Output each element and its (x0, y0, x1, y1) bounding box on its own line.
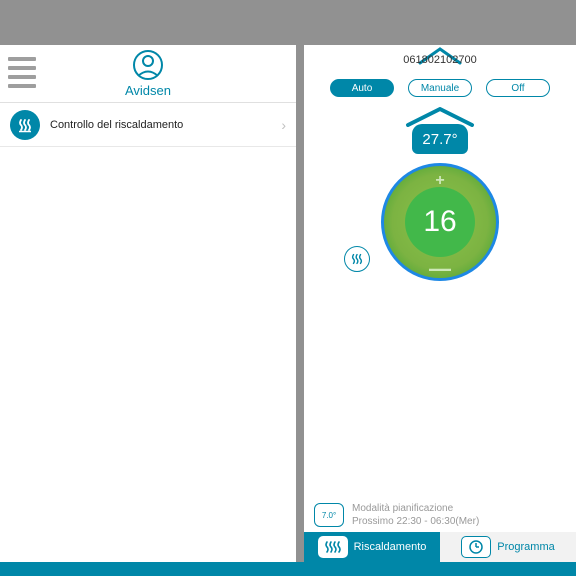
program-tab-icon (461, 536, 491, 558)
tab-program-label: Programma (497, 541, 554, 553)
mode-selector: Auto Manuale Off (304, 75, 576, 101)
user-profile[interactable]: Avidsen (0, 49, 296, 98)
heating-icon (10, 110, 40, 140)
device-header: 061802102700 (304, 45, 576, 75)
right-panel: 061802102700 Auto Manuale Off 27.7° + 16… (304, 45, 576, 562)
mode-off-button[interactable]: Off (486, 79, 550, 97)
left-panel: Avidsen Controllo del riscaldamento › (0, 45, 296, 562)
schedule-mode-label: Modalità pianificazione (352, 502, 479, 515)
schedule-temp-icon: 7.0° (314, 503, 344, 527)
heating-status-icon[interactable] (344, 246, 370, 272)
schedule-next-label: Prossimo 22:30 - 06:30(Mer) (352, 515, 479, 528)
current-temp-value: 27.7° (412, 124, 468, 154)
current-temp-display: 27.7° (400, 107, 480, 154)
chevron-right-icon: › (281, 117, 286, 133)
heating-tab-icon (318, 536, 348, 558)
tab-heating-label: Riscaldamento (354, 541, 427, 553)
decrease-temp-button[interactable]: — (429, 264, 451, 274)
device-id-label: 061802102700 (403, 54, 476, 66)
tab-heating[interactable]: Riscaldamento (304, 532, 440, 562)
heating-control-label: Controllo del riscaldamento (50, 119, 281, 131)
schedule-info[interactable]: 7.0° Modalità pianificazione Prossimo 22… (304, 498, 576, 532)
temperature-dial[interactable]: + 16 — (380, 162, 500, 282)
heating-control-item[interactable]: Controllo del riscaldamento › (0, 103, 296, 147)
mode-auto-button[interactable]: Auto (330, 79, 394, 97)
user-name-label: Avidsen (125, 83, 171, 98)
setpoint-value: 16 (405, 187, 475, 257)
left-header: Avidsen (0, 45, 296, 103)
schedule-text: Modalità pianificazione Prossimo 22:30 -… (352, 502, 479, 528)
tab-program[interactable]: Programma (440, 532, 576, 562)
user-icon (132, 49, 164, 81)
bottom-tabs: Riscaldamento Programma (304, 532, 576, 562)
mode-manual-button[interactable]: Manuale (408, 79, 472, 97)
menu-icon[interactable] (8, 57, 36, 88)
